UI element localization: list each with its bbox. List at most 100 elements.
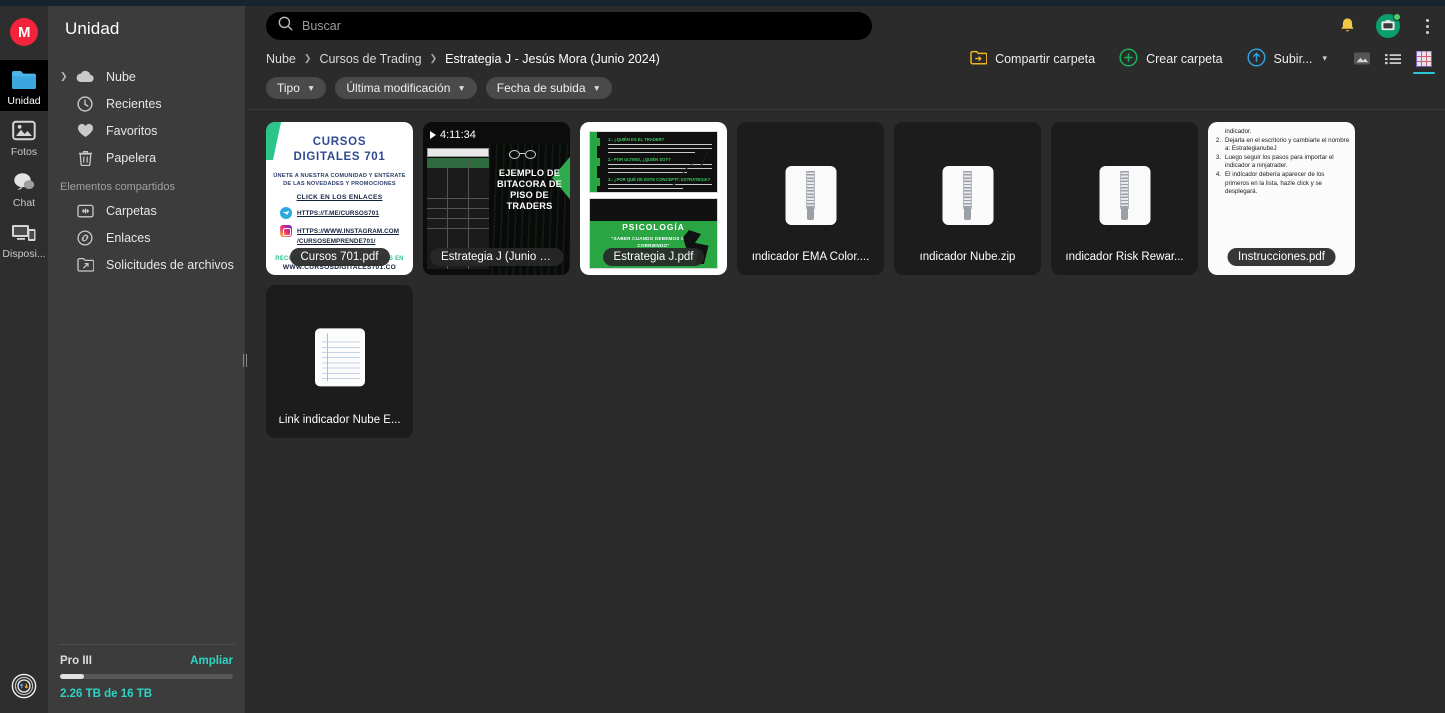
sidebar-item-recientes[interactable]: Recientes	[48, 90, 245, 117]
breadcrumb-separator: ❯	[303, 53, 312, 63]
avatar[interactable]	[1376, 13, 1401, 38]
file-card-instrucciones[interactable]: indicador. 2. Dejarla en el escritorio y …	[1208, 122, 1355, 275]
filter-fecha-subida[interactable]: Fecha de subida ▼	[485, 77, 612, 99]
rail-item-fotos[interactable]: Fotos	[0, 111, 48, 162]
filter-ultima-modificacion-label: Última modificación	[346, 81, 451, 95]
rail-label-dispositivos: Disposi...	[2, 248, 46, 260]
telegram-icon	[280, 207, 292, 219]
file-card-estrategia-j-video[interactable]: EJEMPLO DE BITACORA DE PISO DE TRADERS 4…	[423, 122, 570, 275]
sidebar-label-papelera: Papelera	[106, 150, 157, 165]
file-card-indicador-nube[interactable]: Indicador Nube.zip	[894, 122, 1041, 275]
filter-tipo-label: Tipo	[277, 81, 300, 95]
file-card-estrategia-j-pdf[interactable]: 1.- ¿QUIÉN ES EL TRADER? 2.- POR ULTIMO,…	[580, 122, 727, 275]
rail-label-fotos: Fotos	[10, 146, 38, 158]
shared-folders-icon	[74, 200, 96, 222]
chevron-right-icon[interactable]: ❯	[60, 71, 74, 82]
pdf1-instagram-link: HTTPS://WWW.INSTAGRAM.COM	[297, 227, 400, 235]
sidebar-label-recientes: Recientes	[106, 96, 162, 111]
sidebar-label-favoritos: Favoritos	[106, 123, 158, 138]
upload-label: Subir...	[1273, 51, 1313, 66]
transfers-icon[interactable]	[11, 673, 37, 699]
sidebar: Unidad ❯ Nube Recientes Favoritos Papele…	[48, 6, 245, 713]
mega-drive-window: M Unidad Fotos Chat Disposi... Unidad ❯ …	[0, 0, 1445, 713]
filter-chips: Tipo ▼ Última modificación ▼ Fecha de su…	[248, 71, 1445, 99]
pdf3-heading: PSICOLOGÍA	[622, 222, 685, 232]
sidebar-item-papelera[interactable]: Papelera	[48, 144, 245, 171]
sidebar-label-solicitudes: Solicitudes de archivos	[106, 257, 234, 272]
breadcrumb: Nube ❯ Cursos de Trading ❯ Estrategia J …	[248, 46, 1445, 74]
pdf1-cta: CLICK EN LOS ENLACES	[296, 194, 383, 201]
inst-first-fragment: indicador.	[1225, 128, 1252, 135]
breadcrumb-item-0[interactable]: Nube	[266, 52, 296, 66]
search-bar[interactable]	[266, 12, 872, 40]
storage-progress-fill	[60, 674, 85, 679]
filter-ultima-modificacion[interactable]: Última modificación ▼	[335, 77, 477, 99]
folder-actions: Compartir carpeta Crear carpeta Subir...…	[958, 46, 1437, 74]
breadcrumb-item-2[interactable]: Estrategia J - Jesús Mora (Junio 2024)	[445, 52, 660, 66]
file-name-label: Indicador Risk Rewar...	[1065, 251, 1184, 263]
media-view-button[interactable]	[1349, 47, 1375, 71]
file-card-cursos-701[interactable]: CURSOS DIGITALES 701 ÚNETE A NUESTRA COM…	[266, 122, 413, 275]
chat-icon	[9, 167, 39, 195]
storage-progress-bar	[60, 674, 233, 679]
sidebar-resize-handle[interactable]	[241, 348, 248, 372]
grid-view-button[interactable]	[1411, 47, 1437, 74]
storage-usage-text: 2.26 TB de 16 TB	[60, 688, 153, 700]
sidebar-item-favoritos[interactable]: Favoritos	[48, 117, 245, 144]
sidebar-item-nube[interactable]: ❯ Nube	[48, 63, 245, 90]
chevron-down-icon: ▼	[457, 83, 466, 93]
instagram-icon	[280, 225, 292, 237]
chevron-down-icon: ▼	[592, 83, 601, 93]
play-icon	[430, 131, 436, 139]
pdf1-instagram-link-2: /CURSOSEMPRENDE701/	[297, 238, 376, 245]
sidebar-item-enlaces[interactable]: Enlaces	[48, 224, 245, 251]
file-name-label: Link indicador Nube E...	[278, 414, 401, 426]
file-request-icon	[74, 254, 96, 276]
sidebar-item-carpetas[interactable]: Carpetas	[48, 197, 245, 224]
search-input[interactable]	[302, 19, 822, 33]
pdf1-telegram-link: HTTPS://T.ME/CURSOS701	[297, 209, 379, 217]
file-card-indicador-risk-reward[interactable]: Indicador Risk Rewar...	[1051, 122, 1198, 275]
rail-item-chat[interactable]: Chat	[0, 162, 48, 213]
zip-file-icon	[942, 165, 993, 225]
text-document-icon	[314, 327, 365, 386]
app-rail: M Unidad Fotos Chat Disposi...	[0, 6, 48, 713]
pdf1-subtitle: ÚNETE A NUESTRA COMUNIDAD Y ENTÉRATE DE …	[273, 173, 406, 187]
upload-button[interactable]: Subir... ▾	[1235, 47, 1339, 70]
sidebar-item-solicitudes[interactable]: Solicitudes de archivos	[48, 251, 245, 278]
share-folder-button[interactable]: Compartir carpeta	[958, 50, 1107, 68]
trash-icon	[74, 147, 96, 169]
file-card-indicador-ema[interactable]: Indicador EMA Color....	[737, 122, 884, 275]
rail-label-chat: Chat	[12, 197, 36, 209]
list-view-button[interactable]	[1380, 47, 1406, 71]
inst-step-num: 3.	[1215, 153, 1221, 161]
sidebar-label-enlaces: Enlaces	[106, 230, 151, 245]
bell-icon[interactable]	[1339, 17, 1356, 35]
heart-icon	[74, 120, 96, 142]
create-folder-button[interactable]: Crear carpeta	[1107, 47, 1234, 70]
rail-item-dispositivos[interactable]: Disposi...	[0, 213, 48, 264]
sidebar-label-nube: Nube	[106, 69, 136, 84]
upgrade-link[interactable]: Ampliar	[190, 655, 233, 667]
kebab-menu-icon[interactable]	[1420, 16, 1435, 37]
sidebar-nav: ❯ Nube Recientes Favoritos Papelera Elem…	[48, 63, 245, 644]
inst-step-num: 2.	[1215, 136, 1221, 144]
rail-item-unidad[interactable]: Unidad	[0, 60, 48, 111]
file-card-link-indicador[interactable]: Link indicador Nube E...	[266, 285, 413, 438]
video-title-text: EJEMPLO DE BITACORA DE PISO DE TRADERS	[497, 168, 562, 211]
sidebar-title: Unidad	[65, 19, 120, 38]
chevron-down-icon[interactable]: ▾	[1322, 53, 1327, 64]
top-bar	[248, 6, 1445, 46]
mega-logo: M	[10, 18, 38, 46]
file-name-label: Instrucciones.pdf	[1227, 248, 1336, 266]
filter-tipo[interactable]: Tipo ▼	[266, 77, 327, 99]
clock-icon	[74, 93, 96, 115]
rail-label-unidad: Unidad	[7, 95, 41, 107]
file-grid: CURSOS DIGITALES 701 ÚNETE A NUESTRA COM…	[248, 110, 1445, 438]
inst-step-text: Dejarla en el escritorio y cambiarle el …	[1225, 136, 1350, 153]
breadcrumb-item-1[interactable]: Cursos de Trading	[319, 52, 421, 66]
main-content: Nube ❯ Cursos de Trading ❯ Estrategia J …	[248, 6, 1445, 713]
plus-circle-icon	[1119, 47, 1138, 70]
breadcrumb-separator: ❯	[429, 53, 438, 63]
share-folder-icon	[970, 50, 988, 68]
